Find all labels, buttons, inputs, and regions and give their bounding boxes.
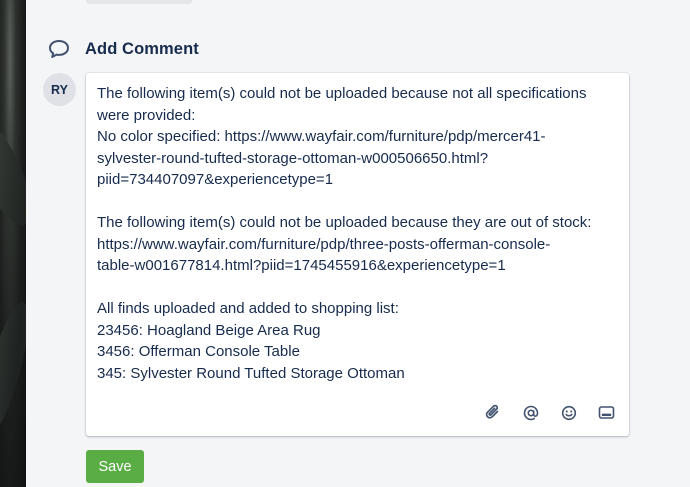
comment-line: sylvester-round-tufted-storage-ottoman-w… (97, 149, 489, 167)
comment-line: 345: Sylvester Round Tufted Storage Otto… (97, 364, 405, 382)
board-background (0, 0, 26, 487)
comment-line: table-w001677814.html?piid=1745455916&ex… (97, 257, 506, 274)
background-leaf (0, 298, 26, 442)
card-icon[interactable] (597, 403, 616, 422)
comment-line: https://www.wayfair.com/furniture/pdp/th… (97, 235, 551, 253)
comment-line (97, 191, 622, 213)
background-leaf (0, 107, 26, 233)
comment-toolbar (483, 403, 616, 422)
avatar[interactable]: RY (43, 73, 76, 106)
comment-line: 23456: Hoagland Beige Area Rug (97, 321, 321, 339)
comment-line: The following item(s) could not be uploa… (97, 85, 587, 102)
section-title: Add Comment (85, 39, 199, 58)
attachment-icon[interactable] (483, 403, 502, 422)
comment-icon (48, 38, 70, 60)
comment-line: The following item(s) could not be uploa… (97, 214, 592, 231)
comment-line: No color specified: https://www.wayfair.… (97, 128, 546, 145)
comment-textarea[interactable]: The following item(s) could not be uploa… (86, 73, 629, 436)
mention-icon[interactable] (521, 403, 540, 422)
avatar-initials: RY (51, 82, 68, 97)
previous-section-edge (86, 0, 192, 4)
comment-line (97, 277, 622, 299)
comment-line: piid=734407097&experiencetype=1 (97, 171, 334, 188)
save-button[interactable]: Save (86, 450, 144, 483)
comment-text[interactable]: The following item(s) could not be uploa… (97, 83, 622, 384)
comment-line: All finds uploaded and added to shopping… (97, 300, 399, 317)
emoji-icon[interactable] (559, 403, 578, 422)
comment-line: 3456: Offerman Console Table (97, 343, 300, 360)
add-comment-header: Add Comment (48, 38, 199, 60)
comment-line: were provided: (97, 106, 196, 124)
